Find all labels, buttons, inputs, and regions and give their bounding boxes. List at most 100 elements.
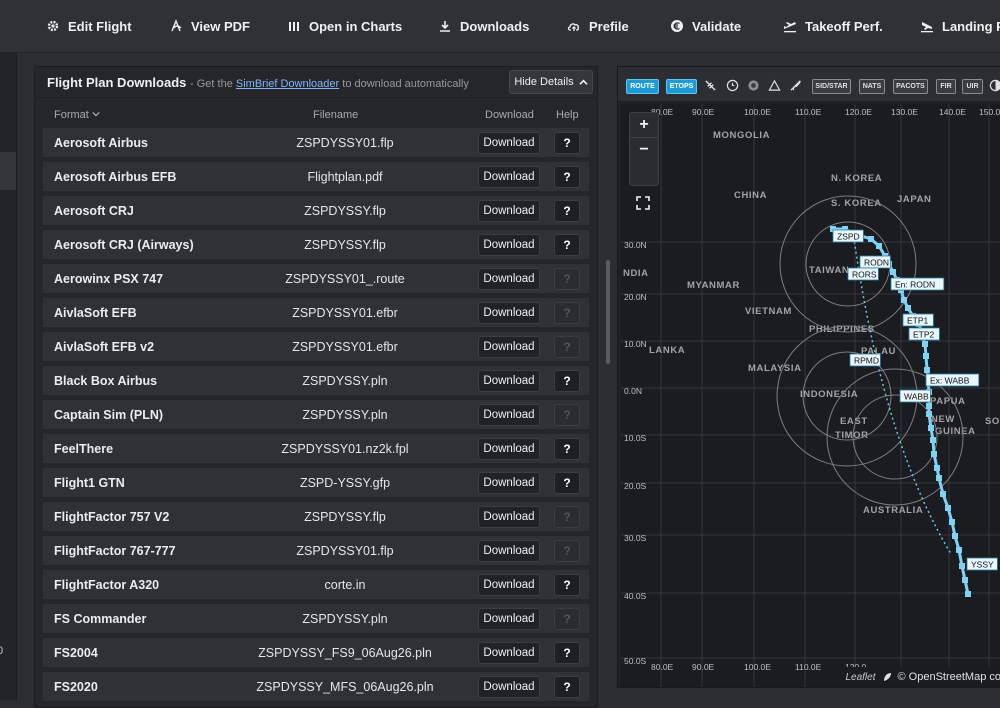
waypoint-label[interactable]: RORS	[848, 268, 878, 280]
route-map-panel: ROUTE ETOPS SID/STAR NATS PACOTS FIR UIR…	[617, 66, 1000, 688]
help-button[interactable]: ?	[554, 472, 580, 494]
latitude-label: 20.0S	[624, 481, 647, 491]
edit-flight-button[interactable]: Edit Flight	[46, 0, 132, 52]
download-button[interactable]: Download	[478, 132, 540, 154]
route-toggle[interactable]: ROUTE	[626, 79, 659, 94]
filename: ZSPDYSSY01_.route	[235, 272, 455, 286]
table-row: FlightFactor 767-777ZSPDYSSY01.flpDownlo…	[43, 536, 589, 565]
takeoff-perf-button[interactable]: Takeoff Perf.	[783, 0, 883, 52]
open-in-charts-button[interactable]: Open in Charts	[287, 0, 402, 52]
table-row: FlightFactor 757 V2ZSPDYSSY.flpDownload?	[43, 502, 589, 531]
waypoint-label[interactable]: YSSY	[967, 558, 997, 570]
waypoint-label[interactable]: ETP2	[909, 328, 939, 340]
pacots-toggle[interactable]: PACOTS	[893, 79, 928, 94]
help-button[interactable]: ?	[554, 608, 580, 630]
panel-title: Flight Plan Downloads - Get the SimBrief…	[47, 75, 469, 90]
download-button[interactable]: Download	[478, 166, 540, 188]
zoom-out-button[interactable]: −	[630, 138, 658, 162]
table-row: FS CommanderZSPDYSSY.plnDownload?	[43, 604, 589, 633]
country-label: GUINEA	[935, 426, 976, 437]
download-button[interactable]: Download	[478, 200, 540, 222]
help-button[interactable]: ?	[554, 302, 580, 324]
download-button[interactable]: Download	[478, 370, 540, 392]
country-labels: MONGOLIAN. KOREAS. KOREAJAPANCHINATAIWAN…	[623, 130, 1000, 516]
country-label: EAST	[840, 416, 868, 427]
view-pdf-button[interactable]: View PDF	[169, 0, 250, 52]
download-button[interactable]: Download	[478, 268, 540, 290]
route-waypoint-marker	[949, 519, 955, 525]
panel-header: Flight Plan Downloads - Get the SimBrief…	[35, 67, 597, 98]
landing-perf-button[interactable]: Landing P	[920, 0, 1000, 52]
prefile-button[interactable]: Prefile	[567, 0, 629, 52]
longitude-label-bottom: 80.0E	[651, 662, 674, 672]
format-name: FS2004	[54, 646, 98, 660]
contrast-icon[interactable]	[988, 78, 1000, 93]
etops-toggle[interactable]: ETOPS	[666, 79, 697, 94]
format-column-header[interactable]: Format	[54, 109, 100, 121]
uir-toggle[interactable]: UIR	[962, 79, 983, 94]
longitude-label: 100.0E	[744, 107, 771, 117]
waypoint-label[interactable]: WABB	[900, 390, 930, 402]
help-button[interactable]: ?	[554, 574, 580, 596]
help-button[interactable]: ?	[554, 370, 580, 392]
help-button[interactable]: ?	[554, 336, 580, 358]
route-waypoint-marker	[901, 297, 907, 303]
fullscreen-button[interactable]	[629, 191, 657, 215]
download-button[interactable]: Download	[478, 404, 540, 426]
sid-star-toggle[interactable]: SID/STAR	[812, 79, 851, 94]
download-button[interactable]: Download	[478, 234, 540, 256]
validate-button[interactable]: Validate	[670, 0, 741, 52]
help-button[interactable]: ?	[554, 234, 580, 256]
help-button[interactable]: ?	[554, 132, 580, 154]
help-button[interactable]: ?	[554, 268, 580, 290]
help-button[interactable]: ?	[554, 676, 580, 698]
waypoint-label[interactable]: Ex: WABB	[926, 374, 979, 386]
help-button[interactable]: ?	[554, 506, 580, 528]
nats-toggle[interactable]: NATS	[859, 79, 885, 94]
download-button[interactable]: Download	[478, 302, 540, 324]
waypoint-label[interactable]: ETP1	[903, 314, 933, 326]
radar-icon[interactable]	[746, 78, 761, 93]
fir-toggle[interactable]: FIR	[936, 79, 956, 94]
waypoint-label[interactable]: RODN	[860, 256, 890, 268]
waypoint-label[interactable]: ZSPD	[833, 230, 863, 242]
downloads-button[interactable]: Downloads	[438, 0, 529, 52]
hide-details-button[interactable]: Hide Details	[509, 70, 593, 94]
download-button[interactable]: Download	[478, 438, 540, 460]
country-label: CHINA	[734, 190, 767, 201]
help-button[interactable]: ?	[554, 642, 580, 664]
download-button[interactable]: Download	[478, 472, 540, 494]
help-button[interactable]: ?	[554, 540, 580, 562]
waypoint-label-text: RPMD	[854, 356, 879, 366]
route-waypoint-marker	[930, 437, 936, 443]
leaflet-link[interactable]: Leaflet	[845, 672, 875, 683]
download-button[interactable]: Download	[478, 336, 540, 358]
download-button[interactable]: Download	[478, 642, 540, 664]
route-map[interactable]: 80.0E90.0E100.0E110.0E120.0E130.0E140.0E…	[621, 104, 1000, 687]
help-button[interactable]: ?	[554, 166, 580, 188]
download-button[interactable]: Download	[478, 574, 540, 596]
route-waypoint-marker	[928, 425, 934, 431]
cloud-upload-icon	[567, 19, 581, 33]
download-button[interactable]: Download	[478, 676, 540, 698]
help-button[interactable]: ?	[554, 200, 580, 222]
wind-icon[interactable]	[788, 78, 803, 93]
download-button[interactable]: Download	[478, 540, 540, 562]
simbrief-downloader-link[interactable]: SimBrief Downloader	[236, 78, 339, 90]
warning-triangle-icon[interactable]	[767, 78, 782, 93]
help-button[interactable]: ?	[554, 438, 580, 460]
route-waypoint-marker	[931, 451, 937, 457]
panel-scrollbar[interactable]	[606, 260, 610, 364]
table-row: Flight1 GTNZSPD-YSSY.gfpDownload?	[43, 468, 589, 497]
clock-icon[interactable]	[725, 78, 740, 93]
help-button[interactable]: ?	[554, 404, 580, 426]
aircraft-icon[interactable]	[703, 78, 718, 93]
download-button[interactable]: Download	[478, 608, 540, 630]
country-label: PAPUA	[930, 396, 966, 407]
waypoint-label[interactable]: RPMD	[850, 354, 880, 366]
download-button[interactable]: Download	[478, 506, 540, 528]
table-row: Aerosoft CRJZSPDYSSY.flpDownload?	[43, 196, 589, 225]
zoom-in-button[interactable]: +	[630, 113, 658, 138]
latitude-label: 30.0S	[624, 533, 647, 543]
waypoint-label[interactable]: En: RODN	[891, 278, 944, 290]
